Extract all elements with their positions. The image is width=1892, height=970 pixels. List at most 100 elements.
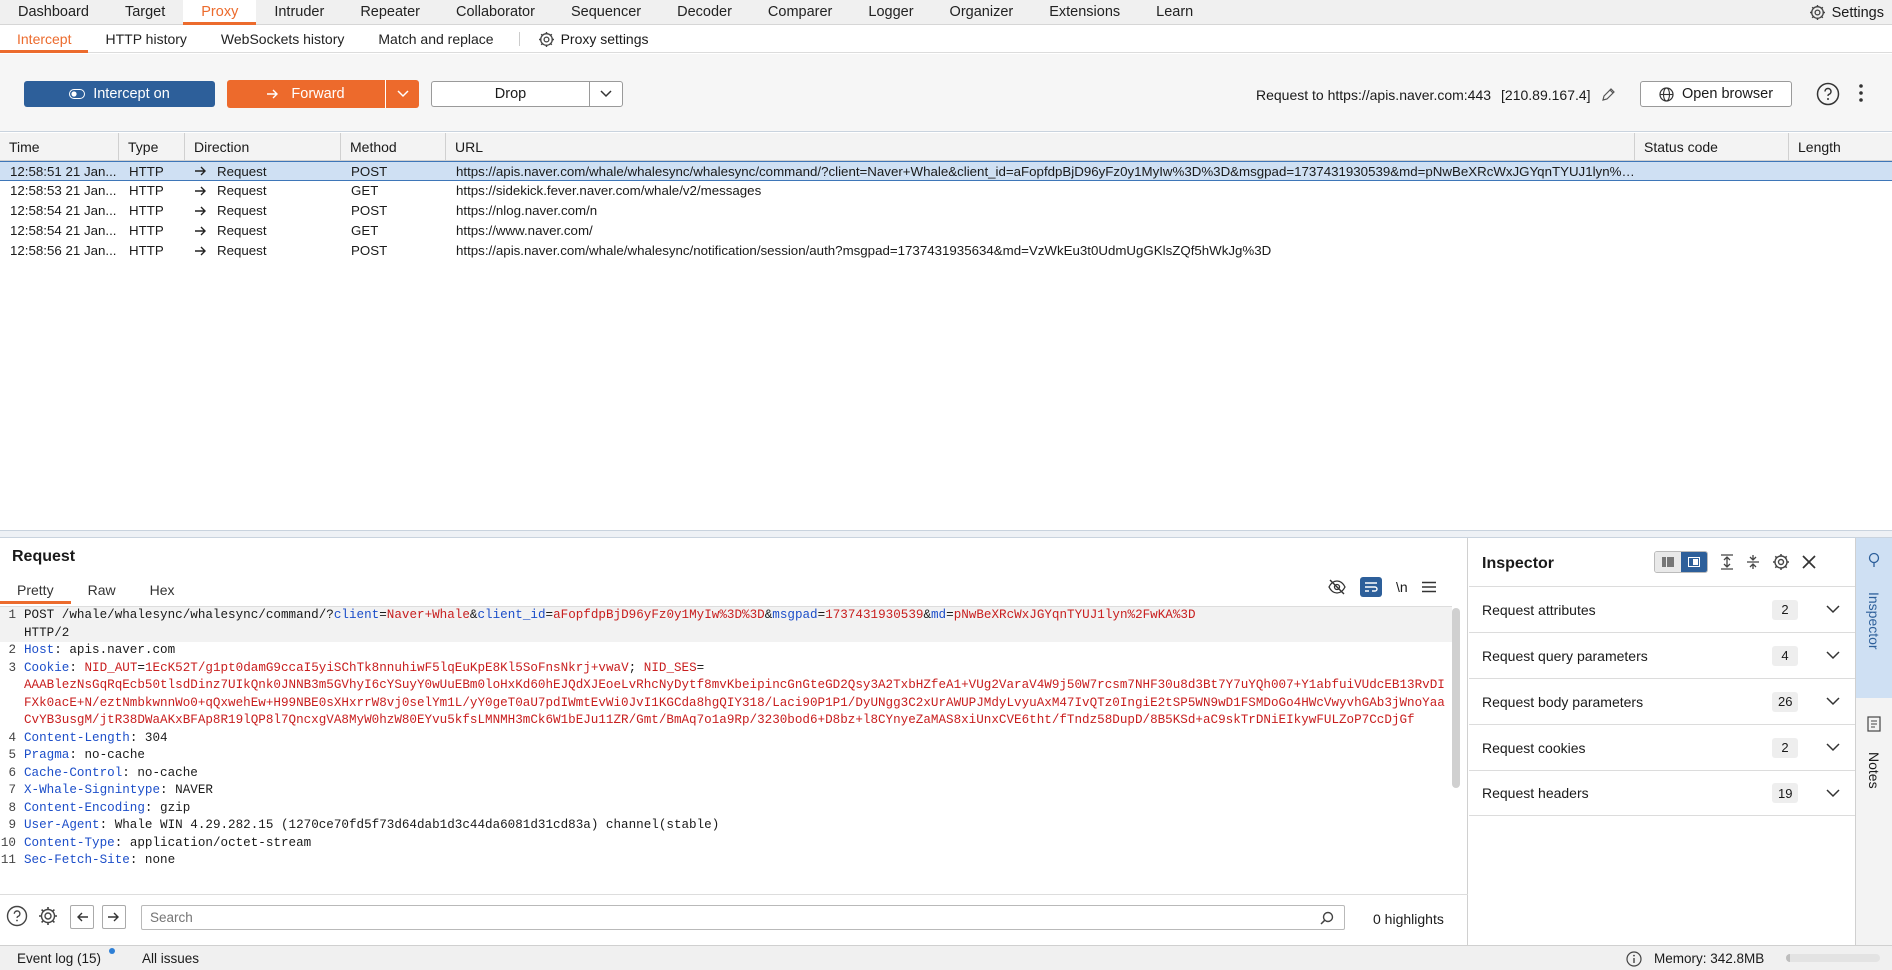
edit-icon[interactable] <box>1601 88 1615 102</box>
gear-icon[interactable] <box>1772 553 1790 571</box>
editor-scrollbar[interactable] <box>1452 608 1460 788</box>
close-icon[interactable] <box>1802 555 1816 569</box>
layout-panel-icon[interactable] <box>1681 552 1707 572</box>
request-editor[interactable]: 1 POST /whale/whalesync/whalesync/command… <box>0 606 1452 886</box>
help-icon[interactable] <box>6 905 28 927</box>
code-text: HTTP/2 <box>24 625 70 640</box>
word-wrap-icon[interactable] <box>1360 577 1382 597</box>
nav-tab-organizer[interactable]: Organizer <box>932 0 1032 24</box>
section-label: Request query parameters <box>1482 647 1648 664</box>
chevron-down-icon <box>600 90 612 98</box>
newline-toggle-icon[interactable]: \n <box>1396 579 1408 595</box>
nav-tab-target[interactable]: Target <box>107 0 183 24</box>
table-row[interactable]: 12:58:54 21 Jan... HTTP Request GET https://… <box>0 221 1892 241</box>
tab-raw[interactable]: Raw <box>71 578 133 602</box>
chevron-down-icon <box>396 90 409 98</box>
request-target-label: Request to https://apis.naver.com:443 <box>1256 87 1492 103</box>
nav-tab-decoder[interactable]: Decoder <box>659 0 750 24</box>
nav-tab-dashboard[interactable]: Dashboard <box>0 0 107 24</box>
table-row[interactable]: 12:58:54 21 Jan... HTTP Request POST https:/… <box>0 201 1892 221</box>
tab-hex[interactable]: Hex <box>133 578 192 602</box>
line-number: 7 <box>8 783 16 797</box>
globe-icon <box>1659 86 1674 102</box>
inspector-icon <box>1867 552 1881 568</box>
inspector-section-request-attributes[interactable]: Request attributes 2 <box>1469 586 1855 632</box>
proxy-settings-button[interactable]: Proxy settings <box>528 26 659 52</box>
table-row[interactable]: 12:58:56 21 Jan... HTTP Request POST https:/… <box>0 241 1892 261</box>
inspector-section-request-query-parameters[interactable]: Request query parameters 4 <box>1469 632 1855 678</box>
code-line: 10 Content-Type: application/octet-stream <box>0 835 1452 853</box>
split-divider[interactable] <box>0 530 1892 538</box>
table-row[interactable]: 12:58:53 21 Jan... HTTP Request GET https://… <box>0 181 1892 201</box>
notification-dot <box>109 948 115 954</box>
next-match-icon[interactable] <box>102 905 126 929</box>
gear-icon[interactable] <box>37 905 59 927</box>
nav-tab-proxy[interactable]: Proxy <box>183 0 257 25</box>
previous-match-icon[interactable] <box>70 905 94 929</box>
table-row[interactable]: 12:58:51 21 Jan... HTTP Request POST https:/… <box>0 161 1892 181</box>
section-label: Request cookies <box>1482 739 1586 756</box>
subtab-match-and-replace[interactable]: Match and replace <box>361 26 510 52</box>
nav-tab-learn[interactable]: Learn <box>1138 0 1211 24</box>
subtab-intercept[interactable]: Intercept <box>0 26 89 53</box>
rail-tab-inspector[interactable]: Inspector <box>1856 538 1892 698</box>
all-issues-link[interactable]: All issues <box>142 951 199 966</box>
code-text: : 304 <box>129 730 168 745</box>
nav-tab-logger[interactable]: Logger <box>850 0 931 24</box>
drop-dropdown-button[interactable] <box>589 81 623 107</box>
subtab-websockets-history[interactable]: WebSockets history <box>204 26 361 52</box>
nav-tab-comparer[interactable]: Comparer <box>750 0 850 24</box>
hide-icon[interactable] <box>1328 579 1346 595</box>
column-header-time[interactable]: Time <box>0 133 119 161</box>
line-content: User-Agent: Whale WIN 4.29.282.15 (1270c… <box>24 817 1452 835</box>
nav-tab-intruder[interactable]: Intruder <box>256 0 342 24</box>
column-header-type[interactable]: Type <box>119 133 185 161</box>
cell-url-text: https://www.naver.com/ <box>456 223 593 238</box>
nav-tab-sequencer[interactable]: Sequencer <box>553 0 659 24</box>
line-content: X-Whale-Signintype: NAVER <box>24 782 1452 800</box>
chevron-down-icon <box>1826 651 1840 660</box>
section-count: 26 <box>1772 691 1799 712</box>
info-icon <box>1626 951 1642 967</box>
more-options-icon[interactable] <box>1858 83 1864 103</box>
column-header-length[interactable]: Length <box>1789 133 1892 161</box>
nav-tab-extensions[interactable]: Extensions <box>1031 0 1138 24</box>
layout-list-icon[interactable] <box>1655 552 1681 572</box>
subtab-http-history[interactable]: HTTP history <box>88 26 203 52</box>
header-key: Host <box>24 643 55 657</box>
intercept-toggle-button[interactable]: Intercept on <box>24 81 215 107</box>
column-header-method[interactable]: Method <box>341 133 446 161</box>
header-key: Cookie <box>24 660 70 675</box>
forward-button[interactable]: Forward <box>227 80 385 108</box>
header-key: md <box>931 608 947 622</box>
inspector-tools <box>1654 551 1816 573</box>
column-header-url[interactable]: URL <box>446 133 1635 161</box>
column-header-status-code[interactable]: Status code <box>1635 133 1789 161</box>
help-icon[interactable] <box>1816 82 1840 106</box>
cell-direction-text: Request <box>217 203 267 218</box>
tab-pretty[interactable]: Pretty <box>0 578 71 604</box>
rail-tab-notes[interactable]: Notes <box>1856 708 1892 828</box>
cell-type: HTTP <box>119 243 185 258</box>
inspector-section-request-cookies[interactable]: Request cookies 2 <box>1469 724 1855 770</box>
collapse-all-icon[interactable] <box>1746 554 1760 570</box>
drop-button[interactable]: Drop <box>431 81 589 107</box>
column-header-direction[interactable]: Direction <box>185 133 341 161</box>
nav-tab-collaborator[interactable]: Collaborator <box>438 0 553 24</box>
event-log-link[interactable]: Event log (15) <box>17 951 101 966</box>
section-label: Request attributes <box>1482 601 1596 618</box>
cell-direction: Request <box>185 223 341 238</box>
menu-icon[interactable] <box>1421 581 1436 593</box>
header-key: client_id <box>477 608 546 622</box>
cell-method-text: GET <box>351 183 379 198</box>
search-input[interactable] <box>142 906 1302 929</box>
inspector-section-request-body-parameters[interactable]: Request body parameters 26 <box>1469 678 1855 724</box>
settings-button[interactable]: Settings <box>1809 0 1884 25</box>
nav-tab-repeater[interactable]: Repeater <box>342 0 438 24</box>
search-icon[interactable] <box>1320 911 1334 925</box>
expand-all-icon[interactable] <box>1720 554 1734 570</box>
open-browser-button[interactable]: Open browser <box>1640 81 1792 107</box>
code-text: : apis.naver.com <box>54 643 176 657</box>
forward-dropdown-button[interactable] <box>385 80 419 108</box>
inspector-section-request-headers[interactable]: Request headers 19 <box>1469 770 1855 816</box>
